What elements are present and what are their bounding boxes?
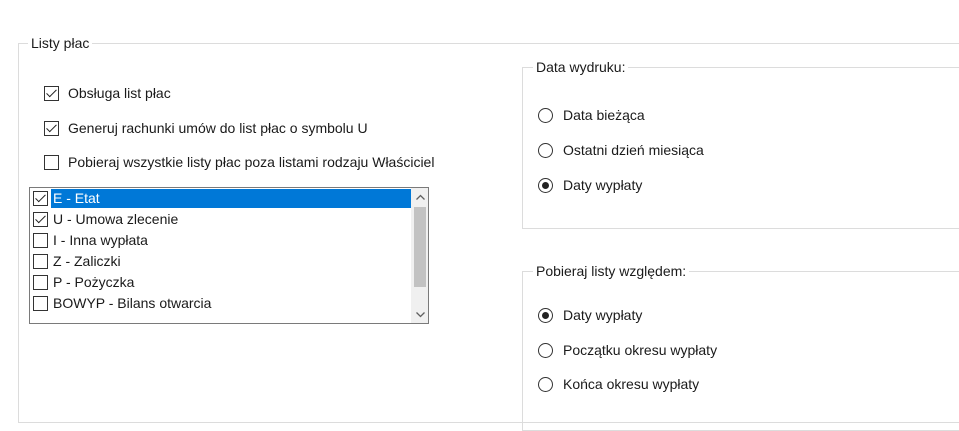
list-item-z-zaliczki-label: Z - Zaliczki	[53, 253, 121, 269]
radio-last-day-month[interactable]: Ostatni dzień miesiąca	[538, 140, 704, 160]
list-item-p-pozyczka[interactable]: P - Pożyczka	[30, 272, 411, 293]
payroll-types-listbox[interactable]: E - Etat U - Umowa zlecenie I - Inna wyp…	[29, 187, 429, 324]
radio-payment-dates-circle[interactable]	[538, 177, 553, 193]
listbox-scrollbar[interactable]	[411, 188, 428, 323]
radio-fetch-payment-dates[interactable]: Daty wypłaty	[538, 305, 642, 325]
radio-current-date-label: Data bieżąca	[563, 107, 645, 123]
radio-last-day-month-label: Ostatni dzień miesiąca	[563, 142, 704, 158]
payroll-lists-title: Listy płac	[28, 35, 93, 51]
list-item-bowyp[interactable]: BOWYP - Bilans otwarcia	[30, 293, 411, 314]
list-item-i-inna[interactable]: I - Inna wypłata	[30, 230, 411, 251]
radio-fetch-period-start-label: Początku okresu wypłaty	[563, 342, 718, 358]
radio-fetch-period-start[interactable]: Początku okresu wypłaty	[538, 340, 717, 360]
checkbox-fetch-all-lists-box[interactable]	[44, 154, 59, 170]
list-item-e-etat[interactable]: E - Etat	[30, 188, 411, 209]
radio-fetch-period-start-circle[interactable]	[538, 342, 553, 358]
checkbox-payroll-handling[interactable]: Obsługa list płac	[44, 83, 171, 103]
radio-payment-dates-label: Daty wypłaty	[563, 177, 643, 193]
radio-fetch-period-end-circle[interactable]	[538, 376, 553, 392]
checkbox-generate-contracts-box[interactable]	[44, 120, 59, 136]
scrollbar-thumb[interactable]	[414, 207, 426, 287]
radio-last-day-month-circle[interactable]	[538, 142, 553, 158]
checkbox-generate-contracts-label: Generuj rachunki umów do list płac o sym…	[68, 120, 368, 136]
list-item-i-inna-label: I - Inna wypłata	[53, 232, 148, 248]
print-date-title: Data wydruku:	[533, 59, 629, 75]
radio-current-date[interactable]: Data bieżąca	[538, 105, 645, 125]
radio-fetch-payment-dates-circle[interactable]	[538, 307, 553, 323]
list-item-p-pozyczka-checkbox[interactable]	[33, 275, 48, 290]
fetch-lists-title: Pobieraj listy względem:	[533, 263, 690, 279]
radio-current-date-circle[interactable]	[538, 107, 553, 123]
list-item-u-umowa-label: U - Umowa zlecenie	[53, 211, 179, 227]
list-item-u-umowa-checkbox[interactable]	[33, 212, 48, 227]
list-item-z-zaliczki[interactable]: Z - Zaliczki	[30, 251, 411, 272]
list-item-z-zaliczki-checkbox[interactable]	[33, 254, 48, 269]
checkbox-fetch-all-lists[interactable]: Pobieraj wszystkie listy płac poza lista…	[44, 152, 434, 172]
checkbox-payroll-handling-box[interactable]	[44, 85, 59, 101]
radio-fetch-period-end-label: Końca okresu wypłaty	[563, 376, 700, 392]
checkbox-fetch-all-lists-label: Pobieraj wszystkie listy płac poza lista…	[68, 154, 435, 170]
list-item-u-umowa[interactable]: U - Umowa zlecenie	[30, 209, 411, 230]
radio-fetch-period-end[interactable]: Końca okresu wypłaty	[538, 374, 699, 394]
checkbox-payroll-handling-label: Obsługa list płac	[68, 85, 171, 101]
checkbox-generate-contracts[interactable]: Generuj rachunki umów do list płac o sym…	[44, 118, 368, 138]
list-item-e-etat-checkbox[interactable]	[33, 191, 48, 206]
list-item-bowyp-label: BOWYP - Bilans otwarcia	[53, 295, 212, 311]
list-item-bowyp-checkbox[interactable]	[33, 296, 48, 311]
chevron-up-icon[interactable]	[412, 188, 428, 205]
list-item-e-etat-label: E - Etat	[51, 189, 411, 208]
radio-fetch-payment-dates-label: Daty wypłaty	[563, 307, 643, 323]
radio-payment-dates[interactable]: Daty wypłaty	[538, 175, 642, 195]
list-item-p-pozyczka-label: P - Pożyczka	[53, 274, 135, 290]
payroll-types-items: E - Etat U - Umowa zlecenie I - Inna wyp…	[30, 188, 411, 314]
list-item-i-inna-checkbox[interactable]	[33, 233, 48, 248]
chevron-down-icon[interactable]	[412, 306, 428, 323]
